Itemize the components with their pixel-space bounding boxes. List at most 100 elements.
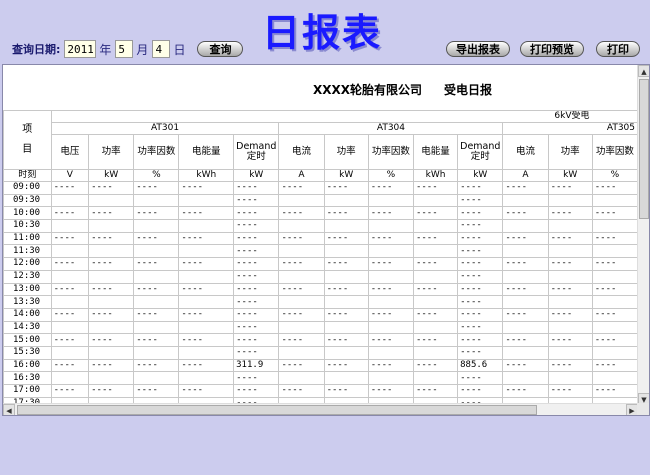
data-cell: ---- <box>178 333 235 347</box>
data-cell: ---- <box>233 219 280 233</box>
data-cell <box>50 295 90 309</box>
table-row: 15:00 ---- ---- ---- ---- ---- ---- ---- ---- ---… <box>3 333 638 347</box>
data-cell: ---- <box>457 320 504 335</box>
page-title: 日报表 <box>262 10 383 55</box>
data-cell: ---- <box>178 257 235 271</box>
column-header-label: 电流 <box>292 146 312 157</box>
unit-label: % <box>133 169 180 182</box>
data-cell <box>412 295 459 309</box>
data-cell: ---- <box>323 333 369 347</box>
header-row-units: 时刻 VkW% kWh kW AkW% kWh kW AkW% <box>3 169 638 182</box>
data-cell <box>547 371 593 385</box>
table-row: 14:30 ---- ---- <box>3 320 638 335</box>
data-cell: ---- <box>323 307 369 322</box>
data-cell: ---- <box>502 257 549 271</box>
query-button[interactable]: 查询 <box>197 41 244 57</box>
column-header: Demand 定时 <box>457 134 504 170</box>
table-row: 09:00 ---- ---- ---- ---- ---- ---- ---- ---- ---… <box>3 181 638 195</box>
unit-label: kW <box>233 169 280 182</box>
table-row: 16:00 ---- ---- ---- ---- 311.9 ---- ---- ---- --… <box>3 358 638 373</box>
vertical-scroll-thumb[interactable] <box>639 79 649 219</box>
table-row: 11:30 ---- ---- <box>3 244 638 259</box>
day-input[interactable] <box>152 40 171 58</box>
export-report-button[interactable]: 导出报表 <box>446 41 510 57</box>
day-unit-label: 日 <box>173 42 186 57</box>
column-header: 电能量 <box>412 134 459 170</box>
unit-label: kWh <box>412 169 459 182</box>
data-cell <box>50 269 90 284</box>
data-cell <box>133 269 180 284</box>
data-cell: ---- <box>133 231 180 246</box>
data-cell: ---- <box>233 181 280 195</box>
data-cell: ---- <box>457 219 504 233</box>
report-header: XXXX轮胎有限公司 受电日报 <box>313 81 492 98</box>
data-cell: ---- <box>88 384 135 398</box>
column-header: 功率因数 <box>367 134 414 170</box>
query-date-label: 查询日期: <box>12 43 61 56</box>
unit-label: A <box>502 169 549 182</box>
column-header-label: Demand 定时 <box>236 141 277 162</box>
data-cell <box>133 193 180 208</box>
data-cell: ---- <box>278 181 325 195</box>
data-cell: ---- <box>591 181 638 195</box>
column-header-label: 功率 <box>336 146 356 157</box>
data-cell <box>591 219 638 233</box>
scroll-up-icon[interactable]: ▲ <box>638 65 649 77</box>
data-cell: ---- <box>323 206 369 221</box>
data-cell <box>88 295 135 309</box>
data-cell <box>367 269 414 284</box>
vertical-scrollbar[interactable]: ▲ ▼ <box>637 65 649 405</box>
data-cell: ---- <box>502 206 549 221</box>
data-cell: ---- <box>323 384 369 398</box>
table-row: 12:00 ---- ---- ---- ---- ---- ---- ---- ---- ---… <box>3 257 638 271</box>
data-cell <box>412 193 459 208</box>
data-cell <box>547 320 593 335</box>
data-cell <box>502 193 549 208</box>
time-cell: 17:00 <box>3 384 52 398</box>
column-header: 电能量 <box>178 134 235 170</box>
data-cell: ---- <box>233 231 280 246</box>
header-row-top: 项 目 6kV受电 <box>3 110 638 170</box>
data-cell <box>133 219 180 233</box>
year-unit-label: 年 <box>99 42 112 57</box>
column-header: Demand 定时 <box>233 134 280 170</box>
top-group-label: 6kV受电 <box>51 110 638 123</box>
data-cell: ---- <box>133 206 180 221</box>
data-cell: ---- <box>50 181 90 195</box>
data-cell: ---- <box>412 257 459 271</box>
group-label-at305: AT305 <box>502 122 638 135</box>
data-cell <box>547 345 593 360</box>
year-input[interactable] <box>64 40 97 58</box>
data-cell <box>50 345 90 360</box>
data-cell <box>591 345 638 360</box>
time-cell: 15:30 <box>3 345 52 360</box>
data-cell <box>88 219 135 233</box>
unit-label: V <box>50 169 90 182</box>
month-input[interactable] <box>115 40 134 58</box>
data-cell: ---- <box>547 358 593 373</box>
horizontal-scroll-thumb[interactable] <box>17 405 537 415</box>
data-cell: ---- <box>323 181 369 195</box>
horizontal-scrollbar[interactable]: ◀ ▶ <box>3 403 638 415</box>
data-cell <box>502 295 549 309</box>
month-unit-label: 月 <box>136 42 149 57</box>
data-cell: ---- <box>591 257 638 271</box>
group-label-at301: AT301 <box>50 122 280 135</box>
data-cell: ---- <box>50 333 90 347</box>
data-cell: ---- <box>278 384 325 398</box>
data-cell: ---- <box>278 257 325 271</box>
time-cell: 10:30 <box>3 219 52 233</box>
data-cell <box>88 371 135 385</box>
data-cell <box>133 345 180 360</box>
data-cell <box>412 320 459 335</box>
data-cell: ---- <box>233 269 280 284</box>
data-cell <box>50 371 90 385</box>
print-button[interactable]: 打印 <box>596 41 640 57</box>
data-cell: ---- <box>591 282 638 297</box>
print-preview-button[interactable]: 打印预览 <box>520 41 584 57</box>
scroll-left-icon[interactable]: ◀ <box>3 404 15 415</box>
column-header-label: 功率因数 <box>595 146 634 157</box>
report-subtitle: 受电日报 <box>444 83 493 97</box>
data-cell <box>50 219 90 233</box>
data-cell: ---- <box>412 206 459 221</box>
